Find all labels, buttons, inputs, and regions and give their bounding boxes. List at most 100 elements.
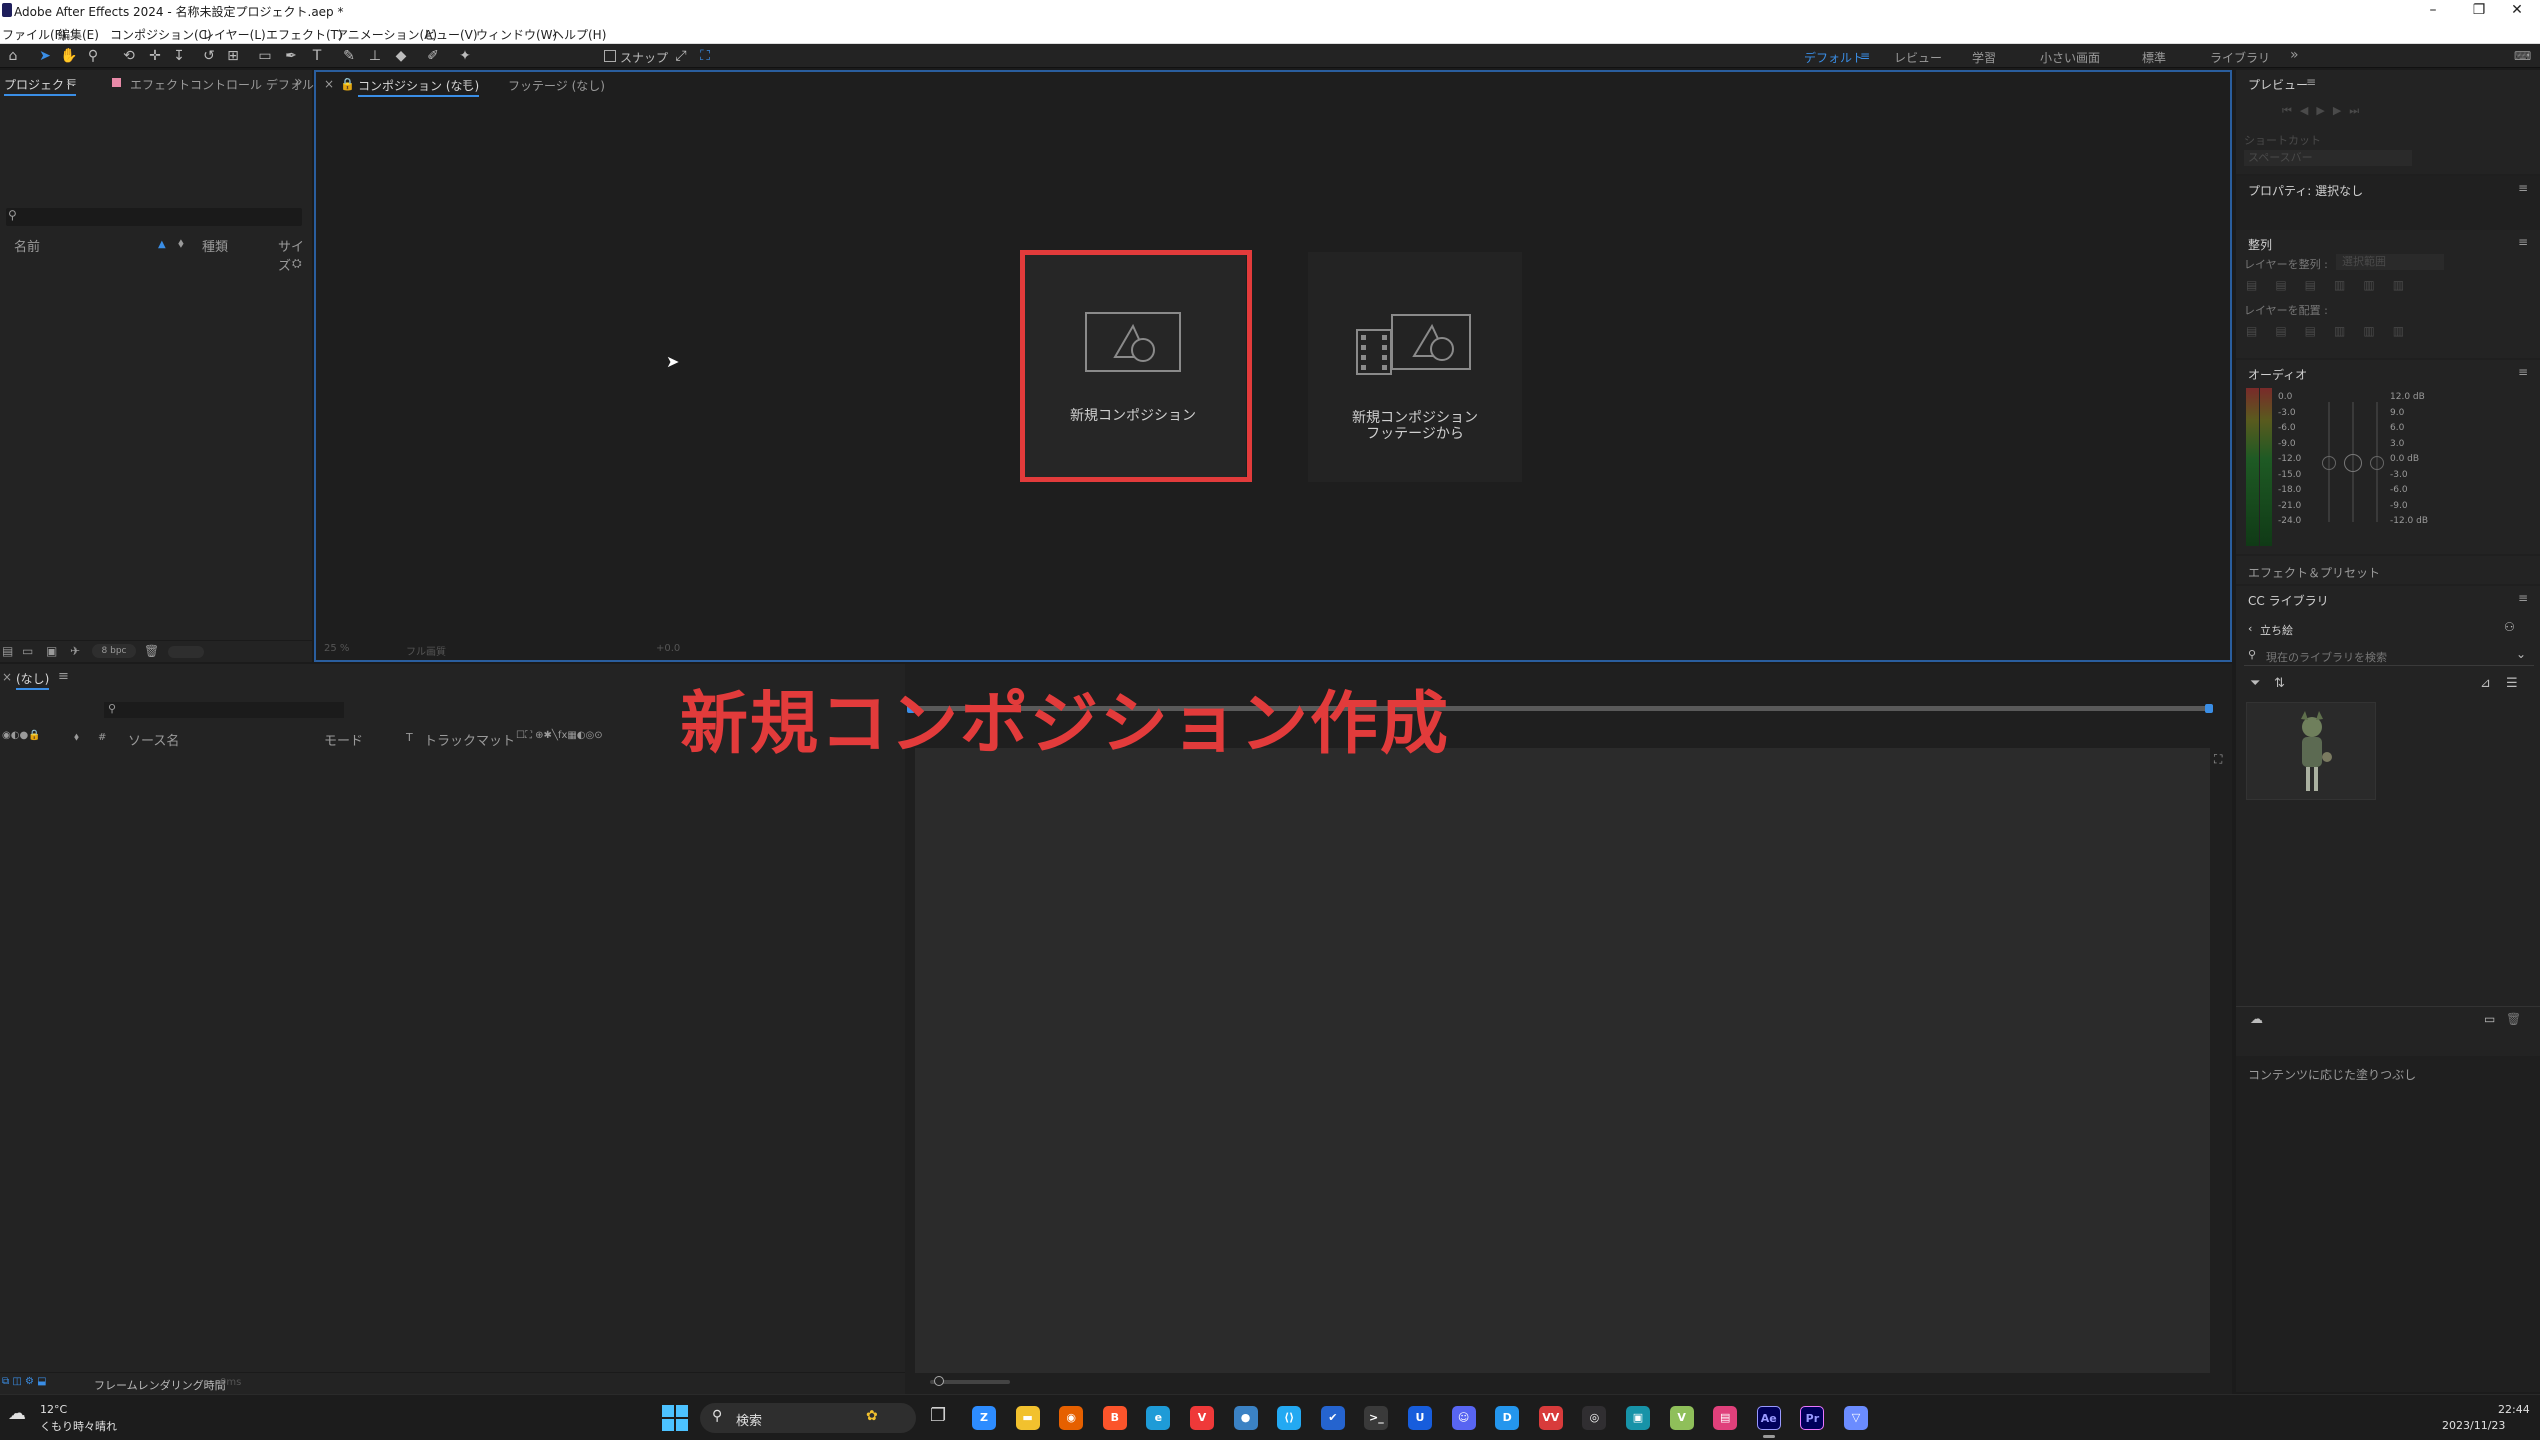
taskbar-app-docker[interactable]: D [1495,1406,1520,1430]
menu-view[interactable]: ビュー(V) [424,26,478,43]
label-tag-icon[interactable]: ⬧ [178,236,184,251]
chevron-down-icon[interactable]: ⌄ [2516,647,2526,661]
magnification-select[interactable]: 25 % [324,643,349,654]
library-user-icon[interactable]: ⚇ [2504,620,2515,634]
menu-help[interactable]: ヘルプ(H) [552,26,606,43]
taskbar-app-vscode[interactable]: ⟨⟩ [1277,1406,1302,1430]
taskbar-app-app-blue[interactable]: ● [1233,1406,1258,1430]
menu-layer[interactable]: レイヤー(L) [202,26,266,43]
library-asset-thumbnail[interactable] [2246,702,2376,800]
shortcut-select[interactable]: スペースバー [2244,150,2412,166]
taskbar-app-edge[interactable]: e [1146,1406,1171,1430]
thumbnail-toggle[interactable] [168,646,204,658]
filter-icon[interactable]: ⏷ [2250,676,2260,691]
home-icon[interactable]: ⌂ [4,47,22,65]
workspace-menu-icon[interactable]: ≡ [1860,49,1870,63]
pen-tool-icon[interactable]: ✒ [282,47,300,65]
preview-menu-icon[interactable]: ≡ [2306,75,2316,89]
dolly-camera-icon[interactable]: ↧ [170,47,188,65]
clone-stamp-icon[interactable]: ⊥ [366,47,384,65]
pan-camera-icon[interactable]: ✛ [146,47,164,65]
column-mode[interactable]: モード [324,730,363,749]
taskbar-app-discord[interactable]: ☺ [1451,1406,1476,1430]
sort-icon[interactable]: ⇅ [2274,676,2285,691]
zoom-slider[interactable] [930,1376,1010,1386]
work-area-end-handle[interactable] [2205,704,2213,713]
sort-ascending-icon[interactable]: ▲ [158,239,166,250]
timeline-search-input[interactable]: ⚲ [104,702,344,718]
eraser-tool-icon[interactable]: ◆ [392,47,410,65]
menu-effect[interactable]: エフェクト(T) [266,26,343,43]
clock-date[interactable]: 2023/11/23 [2442,1419,2505,1432]
trash-icon[interactable]: 🗑 [144,644,159,658]
taskbar-app-obs[interactable]: ◎ [1582,1406,1607,1430]
anchor-tool-icon[interactable]: ⊞ [224,47,242,65]
audio-knob-master[interactable] [2344,454,2362,472]
cloud-icon[interactable]: ☁ [2250,1012,2263,1027]
taskbar-app-todo[interactable]: ✔ [1320,1406,1345,1430]
zoom-tool-icon[interactable]: ⚲ [84,47,102,65]
workspace-learn[interactable]: 学習 [1972,49,1996,66]
search-help-icon[interactable]: ⌨ [2514,49,2531,63]
taskbar-app-explorer[interactable]: ▬ [1015,1406,1040,1430]
cc-libraries-menu-icon[interactable]: ≡ [2518,591,2528,605]
taskbar-app-brave[interactable]: B [1102,1406,1127,1430]
menu-window[interactable]: ウィンドウ(W) [476,26,557,43]
label-icon[interactable]: ⬧ [74,730,79,744]
rotate-tool-icon[interactable]: ↺ [200,47,218,65]
timeline-graph-area[interactable] [915,748,2210,1373]
taskbar-app-app-pink[interactable]: ▤ [1713,1406,1738,1430]
timeline-menu-icon[interactable]: ≡ [58,669,69,684]
weather-temp[interactable]: 12°C [40,1403,67,1416]
new-comp-from-footage-button[interactable]: 新規コンポジション フッテージから [1308,252,1522,482]
comp-button-icon[interactable]: ⛶ [2214,752,2222,767]
close-button[interactable]: ✕ [2494,0,2540,22]
task-view-icon[interactable]: ❐ [930,1405,946,1426]
audio-knob-right[interactable] [2370,456,2384,470]
taskbar-app-after-effects[interactable]: Ae [1756,1406,1781,1430]
taskbar-app-bitwarden[interactable]: U [1408,1406,1432,1430]
text-tool-icon[interactable]: T [308,47,326,65]
more-workspaces-icon[interactable]: » [2290,47,2299,63]
close-tab-icon[interactable]: × [324,77,334,91]
distribute-buttons[interactable]: ▤▤▤▥▥▥ [2246,324,2422,338]
taskbar-app-voicevox[interactable]: VV [1538,1406,1563,1430]
library-search-input[interactable]: ⚲ 現在のライブラリを検索 ⌄ [2244,644,2534,666]
workspace-standard[interactable]: 標準 [2142,49,2166,66]
trash-icon[interactable]: 🗑 [2506,1012,2521,1026]
tab-timeline-none[interactable]: (なし) [16,670,50,690]
taskbar-app-premiere[interactable]: Pr [1800,1406,1825,1430]
folder-icon[interactable]: ▭ [2484,1012,2495,1026]
taskbar-app-app-v[interactable]: ▽ [1844,1406,1868,1430]
taskbar-app-app-cyan[interactable]: ▣ [1626,1406,1650,1430]
grid-view-icon[interactable]: ⊿ [2480,676,2491,691]
tab-footage[interactable]: フッテージ (なし) [508,77,605,94]
layer-switches-icon[interactable]: ☐⛶ ⊕✱╲fx▦◐◎⊙ [516,730,603,741]
workspace-libraries[interactable]: ライブラリ [2210,49,2270,66]
weather-desc[interactable]: くもり時々晴れ [40,1418,117,1434]
brush-tool-icon[interactable]: ✎ [340,47,358,65]
align-buttons[interactable]: ▤▤▤▥▥▥ [2246,278,2422,292]
zoom-slider-thumb[interactable] [934,1376,944,1386]
hand-tool-icon[interactable]: ✋ [60,47,78,65]
align-menu-icon[interactable]: ≡ [2518,235,2528,249]
snap-checkbox[interactable] [604,50,616,62]
av-switches-icon[interactable]: ◉◐●🔒 [2,730,41,741]
menu-composition[interactable]: コンポジション(C) [110,26,212,43]
close-timeline-icon[interactable]: × [2,670,12,684]
workspace-small-screen[interactable]: 小さい画面 [2040,49,2100,66]
render-icon[interactable]: ✈ [70,644,80,658]
clock-time[interactable]: 22:44 [2498,1403,2530,1416]
render-toggle-icons[interactable]: ⧉ ◫ ⚙ ⬓ [2,1376,47,1387]
menu-file[interactable]: ファイル(F) [2,26,66,43]
list-view-icon[interactable]: ☰ [2506,676,2518,691]
puppet-pin-icon[interactable]: ✦ [456,47,474,65]
taskbar-app-vivaldi[interactable]: V [1190,1406,1214,1430]
flowchart-icon[interactable]: ⛭ [292,256,302,271]
resolution-select[interactable]: フル画質 [406,643,446,658]
taskbar-app-zoom[interactable]: Z [972,1406,996,1430]
exposure-value[interactable]: +0.0 [656,643,680,654]
audio-knob-left[interactable] [2322,456,2336,470]
minimize-button[interactable]: – [2410,0,2456,22]
orbit-camera-icon[interactable]: ⟲ [120,47,138,65]
